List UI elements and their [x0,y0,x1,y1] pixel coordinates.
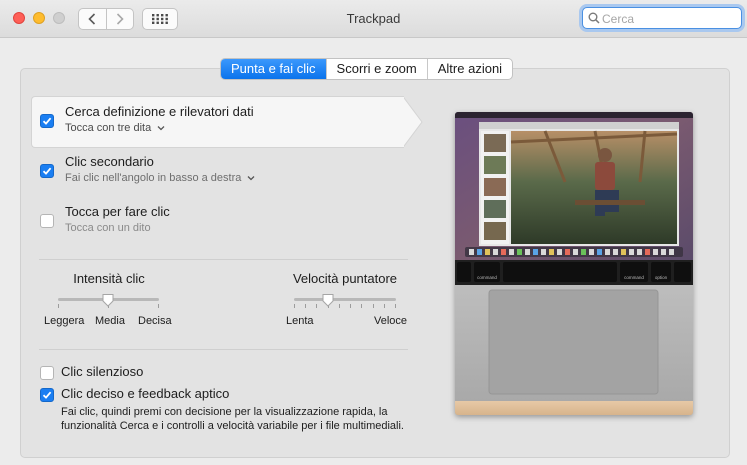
checkmark-icon [42,167,52,175]
pointer-speed-max-label: Veloce [374,315,408,327]
force-click-checkbox[interactable] [40,388,54,402]
search-field[interactable] [582,7,742,29]
lookup-gesture-value: Tocca con tre dita [65,122,152,134]
chevron-down-icon [247,176,255,181]
slider-tick [58,304,59,308]
slider-tick [384,304,385,308]
slider-tick [339,304,340,308]
pointer-speed-min-label: Lenta [286,315,314,327]
secondary-click-menu[interactable]: Fai clic nell'angolo in basso a destra [65,172,255,184]
command-key-left: command [477,275,497,280]
click-intensity-mid-label: Media [95,315,125,327]
slider-tick [158,304,159,308]
divider [39,259,408,260]
chevron-down-icon [157,126,165,131]
tab-altre-azioni[interactable]: Altre azioni [426,59,512,79]
force-click-label: Clic deciso e feedback aptico [61,386,230,401]
pointer-speed-title: Velocità puntatore [292,271,398,286]
slider-tick [316,304,317,308]
silent-click-label: Clic silenzioso [61,364,144,379]
checkmark-icon [42,391,52,399]
tab-bar: Punta e fai clic Scorri e zoom Altre azi… [220,58,514,80]
click-intensity-max-label: Decisa [138,315,172,327]
pointer-speed-track [294,298,396,301]
secondary-click-value: Fai clic nell'angolo in basso a destra [65,172,242,184]
title-bar: Trackpad [0,0,747,38]
pointer-speed-knob[interactable] [321,293,335,307]
silent-click-checkbox[interactable] [40,366,54,380]
slider-tick [350,304,351,308]
tap-to-click-label: Tocca per fare clic [65,204,170,219]
search-input[interactable] [600,10,739,28]
option-key-right: option [655,275,668,280]
slider-tick [305,304,306,308]
force-click-description: Fai clic, quindi premi con decisione per… [61,406,404,432]
lookup-label: Cerca definizione e rilevatori dati [65,104,254,119]
secondary-click-label: Clic secondario [65,154,154,169]
lookup-gesture-menu[interactable]: Tocca con tre dita [65,122,165,134]
click-intensity-title: Intensità clic [73,271,145,286]
search-icon [588,12,600,24]
macbook-preview-image: command command option [455,112,693,415]
gesture-preview-video: command command option [455,112,693,415]
slider-tick [395,304,396,308]
lookup-checkbox[interactable] [40,114,54,128]
slider-tick [361,304,362,308]
tab-scorri-e-zoom[interactable]: Scorri e zoom [325,59,427,79]
click-intensity-knob[interactable] [101,293,115,307]
checkmark-icon [42,117,52,125]
tap-to-click-sub: Tocca con un dito [65,222,151,234]
tap-to-click-checkbox[interactable] [40,214,54,228]
slider-tick [294,304,295,308]
secondary-click-checkbox[interactable] [40,164,54,178]
divider [39,349,408,350]
command-key-right: command [624,275,644,280]
tab-punta-e-fai-clic[interactable]: Punta e fai clic [221,59,326,79]
selection-pointer [403,96,423,148]
slider-tick [373,304,374,308]
click-intensity-min-label: Leggera [44,315,85,327]
